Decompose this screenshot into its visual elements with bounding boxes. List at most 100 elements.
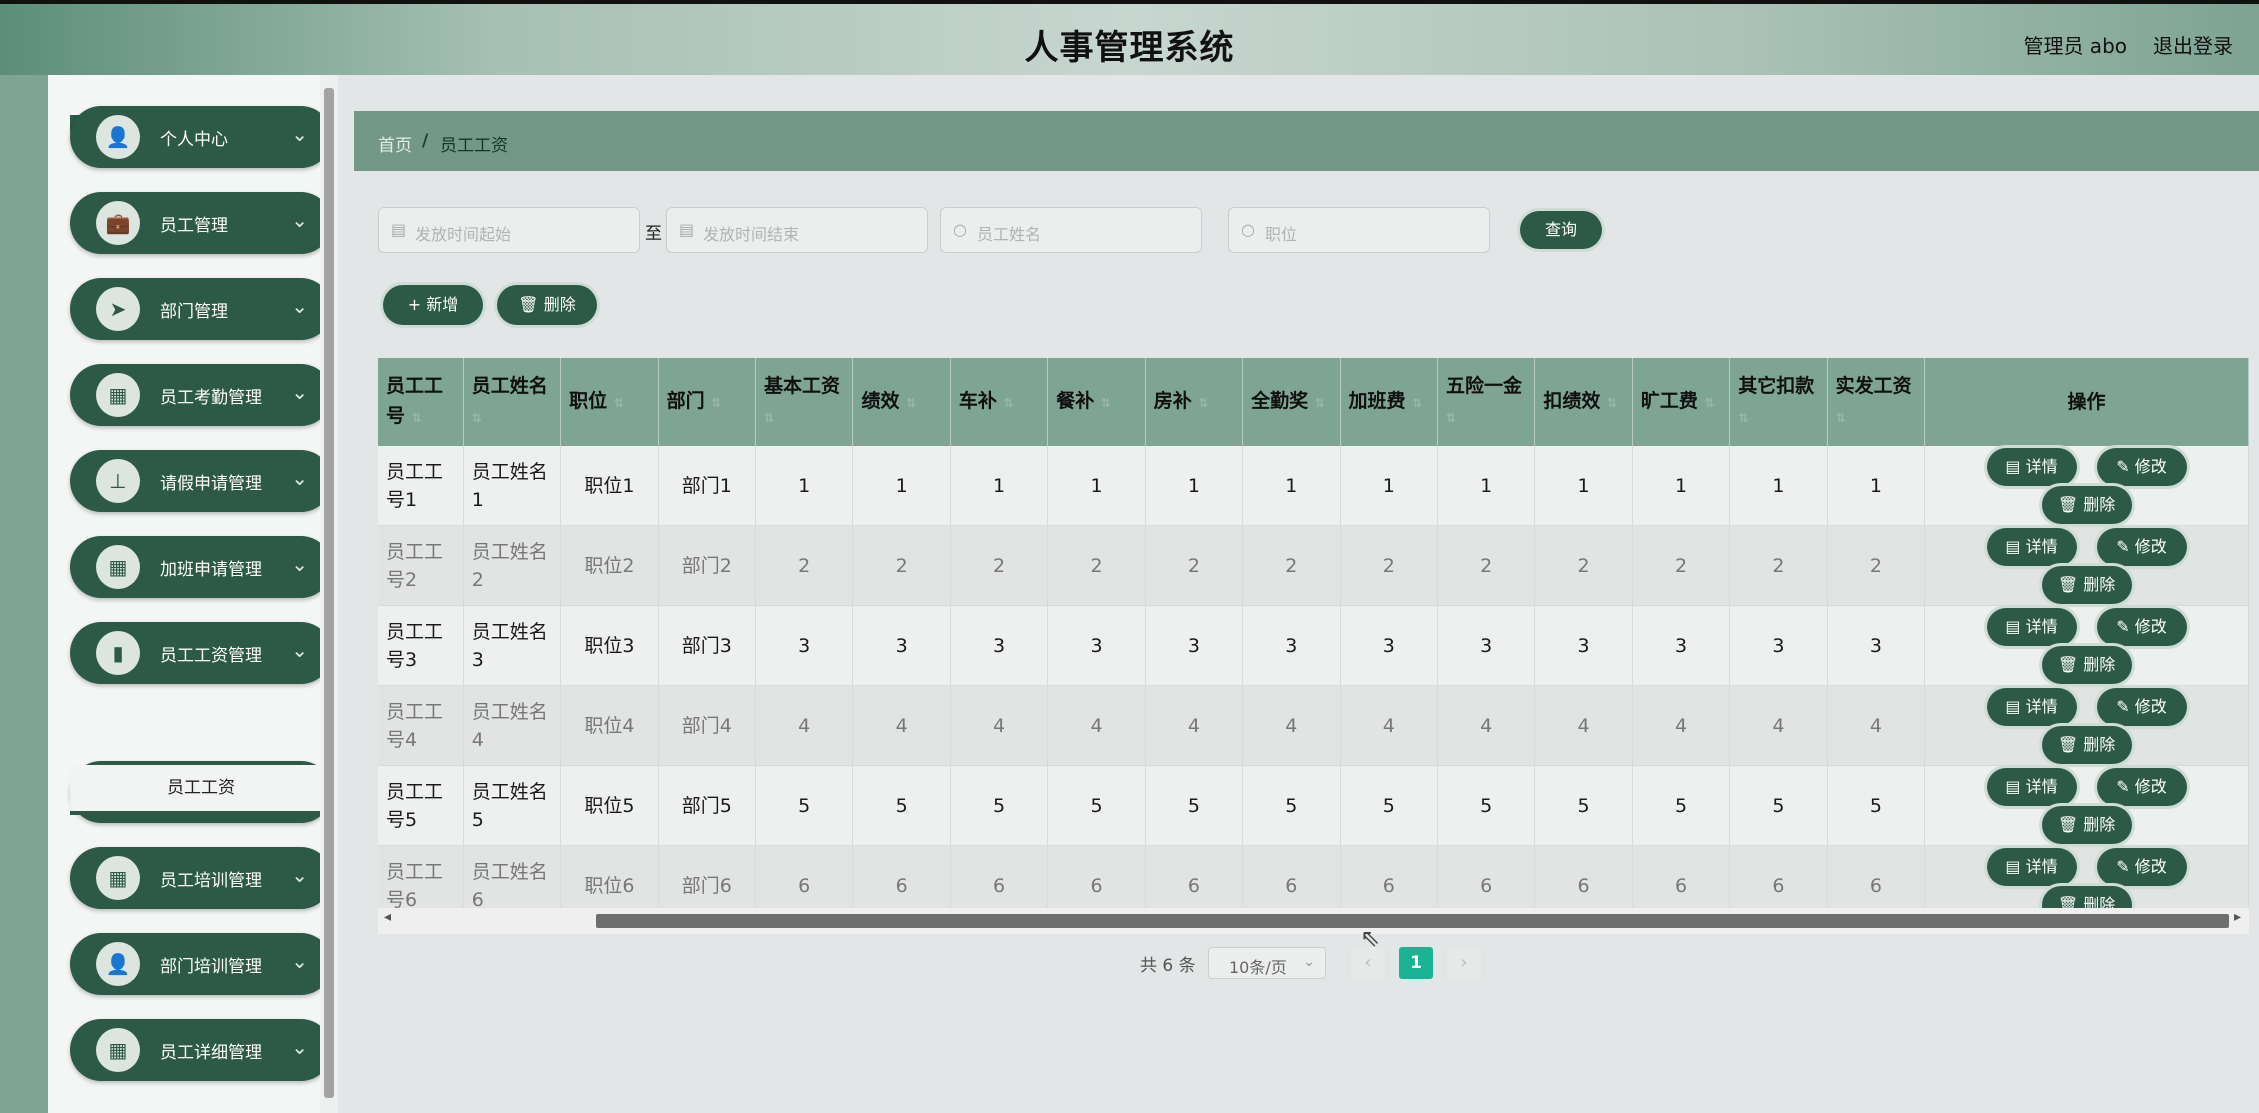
sidebar-item-4[interactable]: ▦ 员工考勤管理 ⌄	[70, 364, 332, 426]
sort-icon[interactable]: ⇅	[1198, 396, 1208, 410]
sidebar-item-9[interactable]: ▦ 员工培训管理 ⌄	[70, 847, 332, 909]
batch-delete-button[interactable]: 🗑 删除	[497, 285, 597, 325]
edit-button[interactable]: ✎ 修改	[2096, 607, 2187, 646]
sidebar-item-5[interactable]: ⊥ 请假申请管理 ⌄	[70, 450, 332, 512]
table-cell: 部门5	[658, 765, 757, 846]
table-cell: 4	[1437, 685, 1536, 766]
app-title: 人事管理系统	[1024, 28, 1235, 68]
sidebar-item-3[interactable]: ➤ 部门管理 ⌄	[70, 278, 332, 340]
pencil-icon: ✎	[2116, 776, 2135, 796]
column-header[interactable]: 基本工资 ⇅	[755, 358, 854, 446]
sort-icon[interactable]: ⇅	[1412, 396, 1422, 410]
grid-icon: ▦	[96, 545, 140, 589]
detail-button[interactable]: ▤ 详情	[1986, 687, 2077, 726]
edit-button[interactable]: ✎ 修改	[2096, 687, 2187, 726]
submenu-item-salary[interactable]: 员工工资	[70, 765, 332, 815]
sort-icon[interactable]: ⇅	[1446, 411, 1456, 425]
table-body: 员工工号1 员工姓名1 职位1 部门1 1 1 1 1 1 1 1 1 1 1 1 1 ▤ 详情 ✎ 修改🗑 删除…	[378, 446, 2249, 908]
document-icon: ▤	[2005, 616, 2026, 636]
detail-button[interactable]: ▤ 详情	[1986, 447, 2077, 486]
edit-button[interactable]: ✎ 修改	[2096, 847, 2187, 886]
column-header[interactable]: 职位 ⇅	[560, 358, 659, 446]
delete-button[interactable]: 🗑 删除	[2041, 485, 2132, 524]
sort-icon[interactable]: ⇅	[1315, 396, 1325, 410]
sidebar-item-11[interactable]: ▦ 员工详细管理 ⌄	[70, 1019, 332, 1081]
delete-button[interactable]: 🗑 删除	[2041, 565, 2132, 604]
sidebar-item-2[interactable]: 💼 员工管理 ⌄	[70, 192, 332, 254]
pencil-icon: ✎	[2116, 856, 2135, 876]
sidebar-item-6[interactable]: ▦ 加班申请管理 ⌄	[70, 536, 332, 598]
column-header-label: 全勤奖	[1251, 390, 1309, 412]
sort-icon[interactable]: ⇅	[472, 411, 482, 425]
position-search-input[interactable]: ○ 职位	[1228, 207, 1490, 253]
query-button[interactable]: 查询	[1520, 211, 1602, 249]
sort-icon[interactable]: ⇅	[412, 411, 422, 425]
scroll-right-arrow-icon[interactable]: ▸	[2234, 909, 2241, 925]
sort-icon[interactable]: ⇅	[1738, 411, 1748, 425]
sidebar-item-10[interactable]: 👤 部门培训管理 ⌄	[70, 933, 332, 995]
table-cell: 员工工号5	[378, 765, 464, 846]
column-header[interactable]: 员工姓名 ⇅	[463, 358, 562, 446]
delete-button[interactable]: 🗑 删除	[2041, 725, 2132, 764]
sort-icon[interactable]: ⇅	[1836, 411, 1846, 425]
sort-icon[interactable]: ⇅	[764, 411, 774, 425]
chevron-down-icon: ⌄	[291, 466, 308, 490]
scroll-left-arrow-icon[interactable]: ◂	[384, 909, 391, 925]
delete-button[interactable]: 🗑 删除	[2041, 645, 2132, 684]
table-horizontal-scrollbar-thumb[interactable]	[596, 914, 2229, 928]
detail-button[interactable]: ▤ 详情	[1986, 767, 2077, 806]
grid-icon: ▦	[96, 856, 140, 900]
edit-button[interactable]: ✎ 修改	[2096, 527, 2187, 566]
column-header[interactable]: 加班费 ⇅	[1340, 358, 1438, 446]
table-cell: 员工姓名2	[463, 525, 562, 606]
edit-button[interactable]: ✎ 修改	[2096, 447, 2187, 486]
sidebar-scrollbar-thumb[interactable]	[324, 88, 334, 1098]
sidebar-item-label: 员工工资管理	[160, 646, 262, 666]
stamp-icon: ⊥	[96, 459, 140, 503]
sidebar-item-1[interactable]: 👤 个人中心 ⌄	[70, 106, 332, 168]
sort-icon[interactable]: ⇅	[1607, 396, 1617, 410]
delete-button[interactable]: 🗑 删除	[2041, 885, 2132, 908]
table-cell: 3	[1242, 605, 1341, 686]
column-header[interactable]: 部门 ⇅	[658, 358, 757, 446]
page-number-current[interactable]: 1	[1399, 947, 1433, 979]
column-header[interactable]: 其它扣款 ⇅	[1729, 358, 1828, 446]
column-header[interactable]: 车补 ⇅	[950, 358, 1049, 446]
column-header[interactable]: 旷工费 ⇅	[1632, 358, 1731, 446]
document-icon: ▤	[2005, 776, 2026, 796]
sort-icon[interactable]: ⇅	[614, 396, 624, 410]
column-header[interactable]: 房补 ⇅	[1145, 358, 1244, 446]
breadcrumb-home[interactable]: 首页	[378, 131, 412, 156]
column-header[interactable]: 实发工资 ⇅	[1827, 358, 1926, 446]
column-header-label: 餐补	[1056, 390, 1095, 412]
mouse-cursor-icon: ⇖	[1360, 924, 1381, 952]
column-header[interactable]: 五险一金 ⇅	[1437, 358, 1536, 446]
sort-icon[interactable]: ⇅	[1004, 396, 1014, 410]
column-header[interactable]: 全勤奖 ⇅	[1242, 358, 1341, 446]
sort-icon[interactable]: ⇅	[906, 396, 916, 410]
sort-icon[interactable]: ⇅	[1704, 396, 1714, 410]
top-bar: 人事管理系统 管理员 abo 退出登录	[0, 0, 2259, 75]
chevron-down-icon: ⌄	[291, 863, 308, 887]
next-page-button[interactable]: ›	[1447, 947, 1481, 979]
column-header[interactable]: 员工工号 ⇅	[378, 358, 464, 446]
sidebar-item-7[interactable]: ▮ 员工工资管理 ⌄	[70, 622, 332, 684]
column-header[interactable]: 绩效 ⇅	[852, 358, 951, 446]
column-header[interactable]: 操作	[1924, 358, 2249, 446]
detail-button[interactable]: ▤ 详情	[1986, 527, 2077, 566]
edit-button[interactable]: ✎ 修改	[2096, 767, 2187, 806]
logout-link[interactable]: 退出登录	[2153, 30, 2233, 59]
start-date-field[interactable]: ▤ 发放时间起始	[378, 207, 640, 253]
detail-button[interactable]: ▤ 详情	[1986, 847, 2077, 886]
delete-button[interactable]: 🗑 删除	[2041, 805, 2132, 844]
column-header[interactable]: 扣绩效 ⇅	[1534, 358, 1633, 446]
add-button[interactable]: + 新增	[383, 285, 483, 325]
column-header[interactable]: 餐补 ⇅	[1047, 358, 1146, 446]
employee-name-search-input[interactable]: ○ 员工姓名	[940, 207, 1202, 253]
sort-icon[interactable]: ⇅	[711, 396, 721, 410]
detail-label: 详情	[2025, 616, 2058, 636]
sort-icon[interactable]: ⇅	[1101, 396, 1111, 410]
page-size-select[interactable]: 10条/页 ⌄	[1208, 947, 1326, 979]
end-date-field[interactable]: ▤ 发放时间结束	[666, 207, 928, 253]
detail-button[interactable]: ▤ 详情	[1986, 607, 2077, 646]
